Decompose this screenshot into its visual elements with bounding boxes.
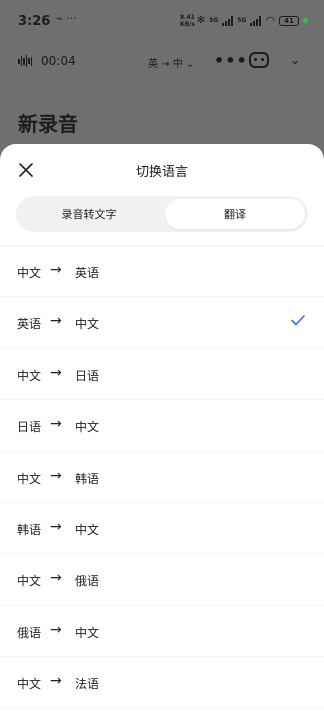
arrow-right-icon: →: [50, 570, 62, 587]
wifi-icon: ◠: [265, 14, 275, 27]
source-language: 俄语: [17, 625, 42, 640]
language-pair-item[interactable]: 中文 → 英语: [0, 246, 324, 298]
battery-icon: 41: [279, 15, 299, 26]
status-bar: 3:26 ⌁ ··· 8.41 KB/s ✻ 5G 5G ◠ 41: [0, 0, 324, 44]
tab-transcribe[interactable]: 录音转文字: [19, 199, 159, 229]
arrow-right-icon: →: [50, 416, 62, 433]
source-language: 中文: [17, 368, 42, 383]
target-language: 日语: [75, 368, 100, 383]
privacy-dot-icon: [303, 18, 308, 23]
recording-bar: 00:04 英 → 中 ⌄ ••• ⌄: [0, 50, 324, 72]
network-speed-unit: KB/s: [180, 21, 195, 28]
arrow-right-icon: →: [50, 364, 62, 381]
source-language: 中文: [17, 574, 42, 589]
language-pair-item[interactable]: 中文 → 韩语: [0, 452, 324, 503]
language-pair-item[interactable]: 中文 → 日语: [0, 349, 324, 401]
language-pair-item[interactable]: 中文 → 法语: [0, 657, 324, 709]
sheet-title: 切换语言: [135, 165, 188, 180]
page-title: 新录音: [18, 112, 78, 136]
waveform-icon: [18, 55, 32, 67]
arrow-right-icon: →: [50, 518, 62, 535]
language-pair-item[interactable]: 中文 → 俄语: [0, 554, 324, 606]
source-language: 日语: [17, 420, 42, 435]
signal-icon: [222, 15, 234, 26]
target-language: 中文: [75, 420, 100, 435]
language-pair-item[interactable]: 日语 → 中文: [0, 400, 324, 452]
target-language: 俄语: [75, 574, 100, 589]
bluetooth-icon: ✻: [196, 15, 206, 26]
tab-translate[interactable]: 翻译: [165, 199, 305, 229]
recording-time: 00:04: [41, 54, 76, 68]
target-language: 中文: [75, 317, 100, 332]
language-switch-sheet: 切换语言 录音转文字 翻译 中文 → 英语 英语 → 中文 中文 → 日语 日语 → 中文 中文 → 韩语韩…: [0, 144, 324, 720]
language-pair-list: 中文 → 英语 英语 → 中文 中文 → 日语 日语 → 中文 中文 → 韩语 韩语 → 中文 中文 → 俄语 俄语 → 中文…: [0, 246, 324, 709]
network-speed: 8.41 KB/s: [180, 14, 195, 28]
more-options-icon[interactable]: •••: [214, 51, 248, 70]
status-time: 3:26: [18, 14, 51, 29]
network-speed-value: 8.41: [180, 14, 195, 21]
network-type-2: 5G: [237, 17, 247, 24]
signal-icon-2: [250, 15, 262, 26]
arrow-right-icon: →: [50, 313, 62, 330]
ai-assistant-icon[interactable]: [249, 52, 269, 68]
arrow-right-icon: →: [50, 621, 62, 638]
notification-icons: ⌁ ···: [56, 12, 77, 25]
source-language: 中文: [17, 471, 42, 486]
mode-segmented-control: 录音转文字 翻译: [16, 196, 308, 232]
source-language: 英语: [17, 317, 42, 332]
arrow-right-icon: →: [50, 467, 62, 484]
arrow-right-icon: →: [50, 673, 62, 690]
status-right-icons: ✻ 5G 5G ◠ 41: [197, 14, 308, 27]
language-pair-item[interactable]: 俄语 → 中文: [0, 606, 324, 658]
target-language: 英语: [75, 266, 100, 280]
checkmark-icon: [291, 315, 305, 326]
network-type-1: 5G: [209, 17, 219, 24]
target-language: 中文: [75, 625, 100, 640]
source-language: 中文: [17, 266, 42, 280]
target-language: 法语: [75, 677, 100, 692]
source-language: 韩语: [17, 522, 42, 537]
arrow-right-icon: →: [50, 262, 62, 278]
target-language: 中文: [75, 522, 100, 537]
chevron-down-icon[interactable]: ⌄: [290, 53, 300, 67]
language-pair-selector[interactable]: 英 → 中 ⌄: [148, 55, 194, 70]
source-language: 中文: [17, 677, 42, 692]
language-pair-item[interactable]: 韩语 → 中文: [0, 503, 324, 555]
target-language: 韩语: [75, 471, 100, 486]
language-pair-item[interactable]: 英语 → 中文: [0, 297, 324, 349]
